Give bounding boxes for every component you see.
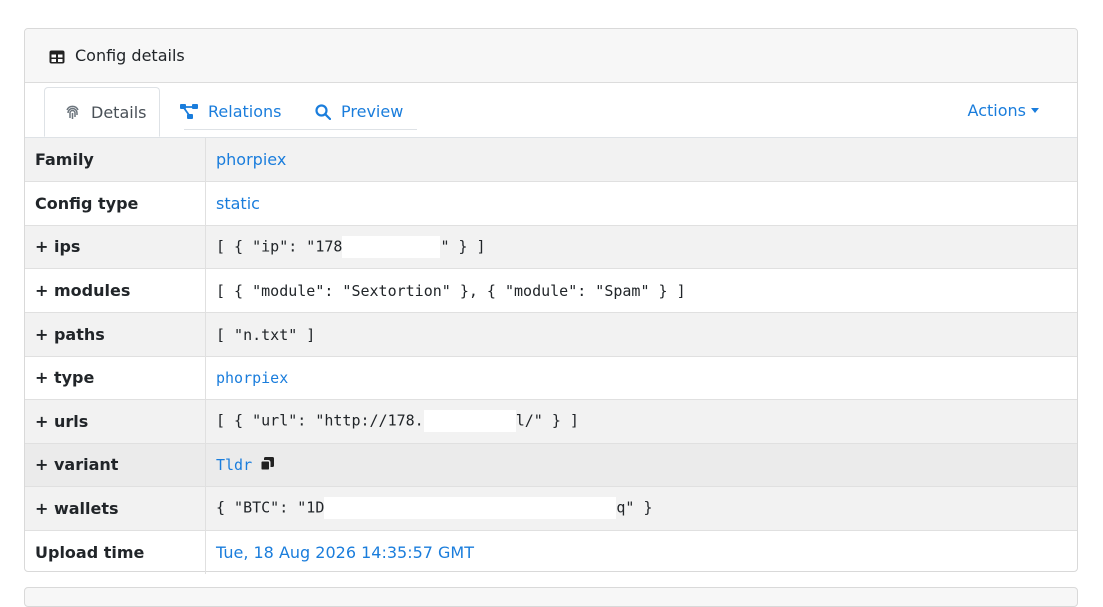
- table-row: Config type static: [25, 180, 1077, 225]
- wallets-cell: { "BTC": "1D q" }: [205, 485, 1077, 530]
- tab-details-label: Details: [91, 102, 147, 122]
- fingerprint-icon: [66, 105, 79, 119]
- tab-preview[interactable]: Preview: [315, 87, 403, 136]
- modules-value: [ { "module": "Sextortion" }, { "module"…: [216, 281, 686, 300]
- redacted-block: [423, 410, 516, 432]
- table-row: Family phorpiex: [25, 138, 1077, 181]
- row-key: Config type: [25, 180, 206, 225]
- card-title: Config details: [75, 46, 185, 65]
- share-nodes-icon: [180, 103, 198, 119]
- table-icon: [49, 49, 65, 63]
- wallets-suffix: q" }: [616, 498, 653, 517]
- family-link[interactable]: phorpiex: [205, 138, 1077, 181]
- actions-label: Actions: [967, 101, 1026, 120]
- config-type-value[interactable]: static: [216, 194, 260, 213]
- actions-dropdown[interactable]: Actions: [968, 101, 1039, 120]
- redacted-block: [324, 497, 617, 519]
- caret-down-icon: [1031, 108, 1039, 113]
- ips-prefix: [ { "ip": "178: [216, 237, 343, 255]
- variant-value[interactable]: Tldr: [216, 456, 252, 474]
- urls-prefix: [ { "url": "http://178.: [216, 411, 424, 430]
- redacted-block: [342, 235, 441, 258]
- wallets-prefix: { "BTC": "1D: [216, 498, 325, 517]
- row-key: Family: [25, 138, 206, 181]
- tab-relations[interactable]: Relations: [180, 87, 281, 136]
- paths-cell: [ "n.txt" ]: [205, 311, 1077, 356]
- config-details-card: Config details Details Relations Preview…: [24, 28, 1078, 574]
- config-table: Family phorpiex Config type static + ips…: [25, 138, 1077, 574]
- urls-suffix: l/" } ]: [515, 411, 579, 430]
- tab-preview-label: Preview: [341, 102, 404, 121]
- row-key: Upload time: [25, 529, 206, 574]
- row-key-expand[interactable]: + ips: [25, 224, 206, 268]
- table-row: + paths [ "n.txt" ]: [25, 311, 1077, 356]
- next-card-edge: [24, 587, 1078, 607]
- modules-cell: [ { "module": "Sextortion" }, { "module"…: [205, 267, 1077, 312]
- ips-suffix: " } ]: [440, 237, 486, 255]
- upload-time-value[interactable]: Tue, 18 Aug 2026 14:35:57 GMT: [216, 543, 474, 562]
- table-row: Upload time Tue, 18 Aug 2026 14:35:57 GM…: [25, 529, 1077, 574]
- tab-details[interactable]: Details: [44, 87, 160, 137]
- tab-relations-label: Relations: [208, 102, 282, 121]
- row-key-expand[interactable]: + variant: [25, 442, 206, 486]
- row-key-expand[interactable]: + type: [25, 355, 206, 399]
- tabs-bar: Details Relations Preview Actions: [25, 83, 1077, 138]
- table-row: + ips [ { "ip": "178 " } ]: [25, 224, 1077, 268]
- row-key-expand[interactable]: + modules: [25, 267, 206, 312]
- search-icon: [315, 103, 331, 120]
- table-row: + modules [ { "module": "Sextortion" }, …: [25, 267, 1077, 312]
- table-row: + urls [ { "url": "http://178. l/" } ]: [25, 398, 1077, 443]
- row-key-expand[interactable]: + paths: [25, 311, 206, 356]
- paths-value: [ "n.txt" ]: [216, 325, 316, 344]
- variant-cell: Tldr: [205, 442, 1077, 486]
- table-row: + type phorpiex: [25, 355, 1077, 399]
- copy-icon[interactable]: [260, 456, 275, 475]
- config-type-cell: static: [205, 180, 1077, 225]
- card-header: Config details: [25, 29, 1077, 83]
- row-key-expand[interactable]: + urls: [25, 398, 206, 443]
- table-row: + variant Tldr: [25, 442, 1077, 486]
- row-key-expand[interactable]: + wallets: [25, 485, 206, 530]
- family-value[interactable]: phorpiex: [216, 150, 286, 169]
- urls-cell: [ { "url": "http://178. l/" } ]: [205, 398, 1077, 443]
- type-value[interactable]: phorpiex: [216, 369, 288, 387]
- upload-time-cell: Tue, 18 Aug 2026 14:35:57 GMT: [205, 529, 1077, 574]
- type-cell: phorpiex: [205, 355, 1077, 399]
- table-row: + wallets { "BTC": "1D q" }: [25, 485, 1077, 530]
- ips-cell: [ { "ip": "178 " } ]: [205, 224, 1077, 268]
